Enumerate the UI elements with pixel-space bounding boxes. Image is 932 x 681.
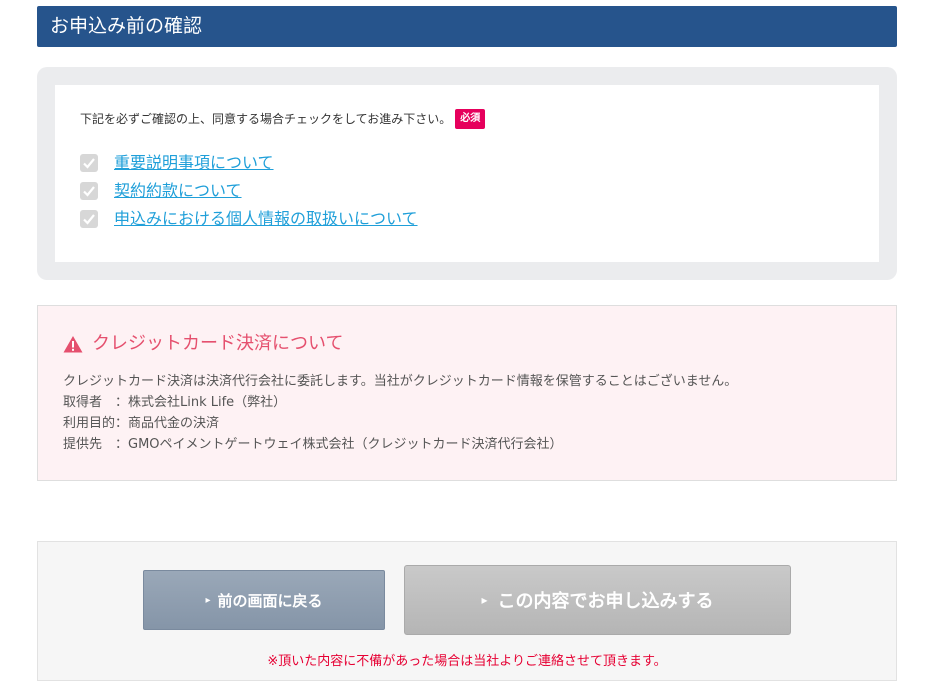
- checkmark-icon: [83, 186, 95, 197]
- notice-line: クレジットカード決済は決済代行会社に委託します。当社がクレジットカード情報を保管…: [63, 374, 738, 389]
- arrow-right-icon: ▸: [481, 593, 488, 607]
- warning-icon: [63, 336, 83, 353]
- page-title: お申込み前の確認: [50, 15, 203, 37]
- required-badge: 必須: [455, 109, 486, 129]
- contact-note: ※頂いた内容に不備があった場合は当社よりご連絡させて頂きます。: [267, 654, 667, 669]
- confirmation-panel: 下記を必ずご確認の上、同意する場合チェックをしてお進み下さい。 必須 重要説明事項…: [37, 67, 897, 280]
- checkmark-icon: [83, 158, 95, 169]
- section-header: お申込み前の確認: [37, 6, 897, 47]
- action-area: ▸ 前の画面に戻る ▸ この内容でお申し込みする ※頂いた内容に不備があった場合…: [37, 541, 897, 681]
- important-notes-link[interactable]: 重要説明事項について: [114, 152, 274, 174]
- agreement-row-important-notes: 重要説明事項について: [80, 152, 274, 174]
- back-button-label: 前の画面に戻る: [217, 591, 323, 610]
- notice-line: 提供先 ：GMOペイメントゲートウェイ株式会社（クレジットカード決済代行会社）: [63, 437, 563, 452]
- notice-title-row: クレジットカード決済について: [63, 332, 343, 356]
- agreement-row-privacy: 申込みにおける個人情報の取扱いについて: [80, 208, 418, 230]
- confirmation-instruction: 下記を必ずご確認の上、同意する場合チェックをしてお進み下さい。 必須: [80, 109, 486, 129]
- checkmark-icon: [83, 214, 95, 225]
- agreement-checkbox-important-notes[interactable]: [80, 154, 98, 172]
- confirmation-card: 下記を必ずご確認の上、同意する場合チェックをしてお進み下さい。 必須 重要説明事項…: [55, 85, 879, 262]
- notice-title: クレジットカード決済について: [92, 333, 344, 354]
- arrow-right-icon: ▸: [205, 594, 211, 606]
- instruction-text: 下記を必ずご確認の上、同意する場合チェックをしてお進み下さい。: [80, 112, 452, 126]
- agreement-checkbox-contract-terms[interactable]: [80, 182, 98, 200]
- agreement-checkbox-privacy[interactable]: [80, 210, 98, 228]
- submit-application-button[interactable]: ▸ この内容でお申し込みする: [404, 565, 791, 635]
- contract-terms-link[interactable]: 契約約款について: [114, 180, 242, 202]
- agreement-row-contract-terms: 契約約款について: [80, 180, 242, 202]
- notice-body: クレジットカード決済は決済代行会社に委託します。当社がクレジットカード情報を保管…: [63, 371, 737, 455]
- notice-line: 取得者 ：株式会社Link Life（弊社）: [63, 395, 287, 410]
- submit-button-label: この内容でお申し込みする: [497, 591, 714, 612]
- privacy-policy-link[interactable]: 申込みにおける個人情報の取扱いについて: [114, 208, 418, 230]
- notice-line: 利用目的：商品代金の決済: [63, 416, 220, 431]
- credit-card-notice: クレジットカード決済について クレジットカード決済は決済代行会社に委託します。当…: [37, 305, 897, 481]
- back-button[interactable]: ▸ 前の画面に戻る: [143, 570, 385, 630]
